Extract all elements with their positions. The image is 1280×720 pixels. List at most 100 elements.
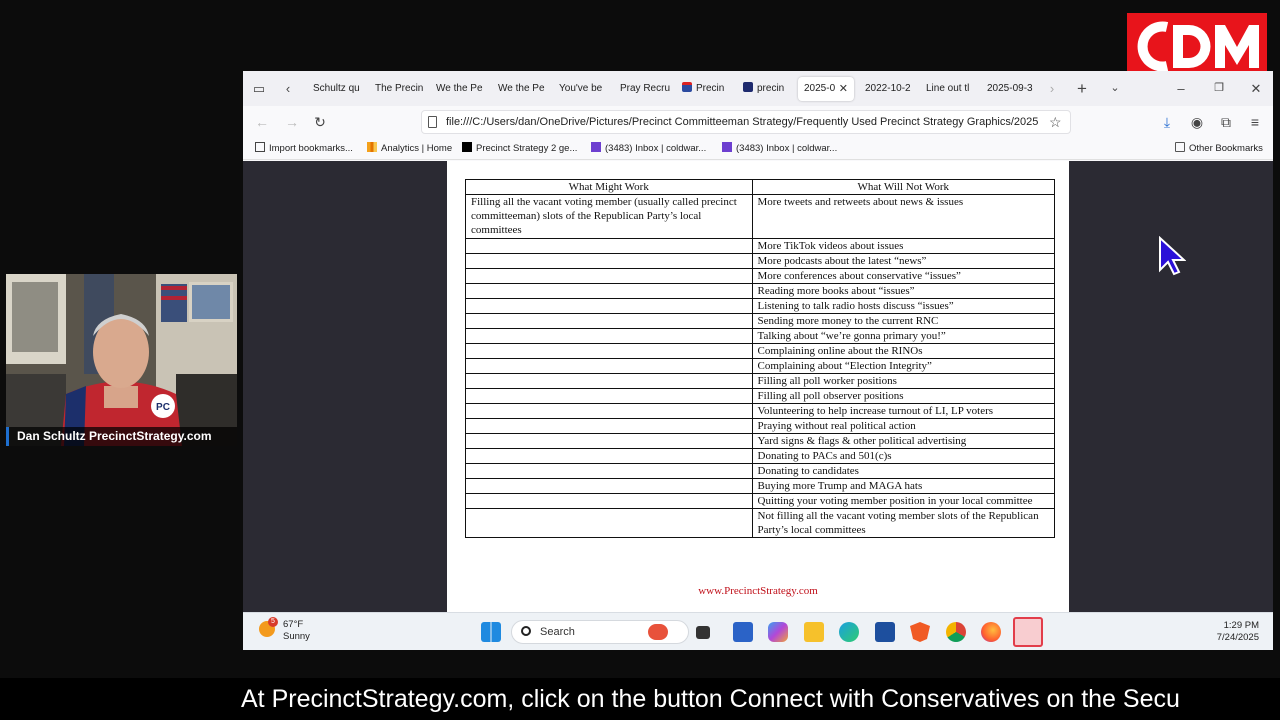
- tab-4[interactable]: You've be: [553, 77, 611, 101]
- tab-11[interactable]: 2025-09-3: [981, 77, 1039, 101]
- tab-0[interactable]: Schultz qu: [307, 77, 365, 101]
- bookmarks-bar: Import bookmarks... Analytics | Home Pre…: [243, 138, 1273, 160]
- bookmark-inbox-2[interactable]: (3483) Inbox | coldwar...: [722, 138, 837, 160]
- bookmark-analytics[interactable]: Analytics | Home: [367, 138, 452, 160]
- document-viewer: What Might Work What Will Not Work Filli…: [243, 161, 1273, 612]
- table-row: Filling all poll worker positions: [465, 373, 1056, 389]
- what-will-not-work-cell: Quitting your voting member position in …: [751, 493, 1056, 509]
- what-might-work-cell: [465, 238, 753, 254]
- search-highlight-icon[interactable]: [648, 624, 668, 640]
- copilot-icon[interactable]: [768, 622, 788, 642]
- what-might-work-cell: [465, 463, 753, 479]
- tab-7[interactable]: precin: [737, 77, 795, 101]
- folder-icon: [1175, 142, 1185, 152]
- what-might-work-cell: [465, 493, 753, 509]
- onedrive-icon[interactable]: [1013, 617, 1043, 647]
- tab-9[interactable]: 2022-10-2: [859, 77, 917, 101]
- downloads-icon[interactable]: ⤓: [1155, 106, 1179, 138]
- edge-icon[interactable]: [839, 622, 859, 642]
- brave-icon[interactable]: [910, 622, 930, 642]
- bookmark-star-icon[interactable]: ☆: [1049, 106, 1062, 138]
- tab-manager-icon[interactable]: ▭: [249, 71, 269, 106]
- close-tab-icon[interactable]: ✕: [839, 77, 848, 101]
- tab-1[interactable]: The Precin: [369, 77, 427, 101]
- what-will-not-work-cell: Volunteering to help increase turnout of…: [751, 403, 1056, 419]
- what-might-work-cell: Filling all the vacant voting member (us…: [465, 194, 753, 239]
- other-bookmarks[interactable]: Other Bookmarks: [1175, 138, 1263, 160]
- what-might-work-cell: [465, 373, 753, 389]
- minimize-icon[interactable]: –: [1171, 71, 1191, 106]
- close-window-icon[interactable]: ✕: [1246, 71, 1266, 106]
- table-row: Praying without real political action: [465, 418, 1056, 434]
- back-icon[interactable]: ←: [250, 106, 274, 138]
- menu-icon[interactable]: ≡: [1243, 106, 1267, 138]
- analytics-icon: [367, 142, 377, 152]
- webcam-feed: PC: [6, 274, 237, 446]
- restore-icon[interactable]: ❐: [1209, 71, 1229, 106]
- notification-badge: 5: [268, 617, 278, 627]
- extensions-icon[interactable]: ⧉: [1214, 106, 1238, 138]
- what-might-work-cell: [465, 403, 753, 419]
- browser-window: ▭ ‹ Schultz qu The Precin We the Pe We t…: [243, 71, 1273, 650]
- bookmark-inbox-1[interactable]: (3483) Inbox | coldwar...: [591, 138, 706, 160]
- forward-icon[interactable]: →: [280, 106, 304, 138]
- table-row: Reading more books about “issues”: [465, 283, 1056, 299]
- what-might-work-cell: [465, 448, 753, 464]
- what-will-not-work-cell: Reading more books about “issues”: [751, 283, 1056, 299]
- what-will-not-work-cell: More podcasts about the latest “news”: [751, 253, 1056, 269]
- table-row: Listening to talk radio hosts discuss “i…: [465, 298, 1056, 314]
- page-icon: [428, 116, 437, 128]
- table-header-row: What Might Work What Will Not Work: [465, 179, 1056, 195]
- store-icon[interactable]: [733, 622, 753, 642]
- what-might-work-cell: [465, 508, 753, 538]
- webcam-caption: Dan Schultz PrecinctStrategy.com: [6, 427, 237, 446]
- table-row: Buying more Trump and MAGA hats: [465, 478, 1056, 494]
- website-footer-link[interactable]: www.PrecinctStrategy.com: [447, 585, 1069, 597]
- tab-scroll-right-icon[interactable]: ›: [1045, 71, 1059, 106]
- chrome-icon[interactable]: [946, 622, 966, 642]
- import-icon: [255, 142, 265, 152]
- list-tabs-icon[interactable]: ⌄: [1105, 71, 1125, 106]
- what-might-work-cell: [465, 268, 753, 284]
- tab-3[interactable]: We the Pe: [492, 77, 550, 101]
- video-frame: PC Dan Schultz PrecinctStrategy.com ▭ ‹ …: [0, 0, 1280, 720]
- what-will-not-work-cell: Not filling all the vacant voting member…: [751, 508, 1056, 538]
- tab-5[interactable]: Pray Recru: [614, 77, 672, 101]
- flag-icon: [682, 82, 692, 92]
- start-icon[interactable]: [481, 622, 501, 642]
- table-row: More TikTok videos about issues: [465, 238, 1056, 254]
- what-will-not-work-cell: Donating to PACs and 501(c)s: [751, 448, 1056, 464]
- weather-temp: 67°F: [283, 619, 304, 630]
- what-might-work-cell: [465, 388, 753, 404]
- tab-10[interactable]: Line out tl: [920, 77, 978, 101]
- tab-6[interactable]: Precin: [676, 77, 734, 101]
- what-will-not-work-cell: Donating to candidates: [751, 463, 1056, 479]
- yahoo-mail-icon: [591, 142, 601, 152]
- windows-taskbar: 5 67°F Sunny Search 1:29 PM 7/24/2025: [243, 612, 1273, 650]
- firefox-icon[interactable]: [981, 622, 1001, 642]
- file-explorer-icon[interactable]: [804, 622, 824, 642]
- account-icon[interactable]: ◉: [1185, 106, 1209, 138]
- address-bar[interactable]: file:///C:/Users/dan/OneDrive/Pictures/P…: [421, 110, 1071, 134]
- new-tab-icon[interactable]: +: [1072, 71, 1092, 106]
- what-will-not-work-cell: Filling all poll worker positions: [751, 373, 1056, 389]
- what-will-not-work-cell: Sending more money to the current RNC: [751, 313, 1056, 329]
- what-will-not-work-cell: More tweets and retweets about news & is…: [751, 194, 1056, 239]
- table-row: Yard signs & flags & other political adv…: [465, 433, 1056, 449]
- dell-icon[interactable]: [875, 622, 895, 642]
- task-view-icon[interactable]: [696, 626, 710, 639]
- tab-8-active[interactable]: 2025-0 ✕: [798, 77, 854, 101]
- column-header: What Will Not Work: [751, 179, 1056, 195]
- what-will-not-work-cell: Listening to talk radio hosts discuss “i…: [751, 298, 1056, 314]
- what-might-work-cell: [465, 298, 753, 314]
- system-clock[interactable]: 1:29 PM 7/24/2025: [1217, 620, 1259, 644]
- what-will-not-work-cell: More TikTok videos about issues: [751, 238, 1056, 254]
- reload-icon[interactable]: ↻: [308, 106, 332, 138]
- tab-2[interactable]: We the Pe: [430, 77, 488, 101]
- caption-subtitle: At PrecinctStrategy.com, click on the bu…: [0, 678, 1280, 720]
- what-might-work-cell: [465, 313, 753, 329]
- tab-scroll-left-icon[interactable]: ‹: [281, 71, 295, 106]
- bookmark-precinct-strategy[interactable]: Precinct Strategy 2 ge...: [462, 138, 577, 160]
- what-might-work-cell: [465, 358, 753, 374]
- bookmark-import[interactable]: Import bookmarks...: [255, 138, 353, 160]
